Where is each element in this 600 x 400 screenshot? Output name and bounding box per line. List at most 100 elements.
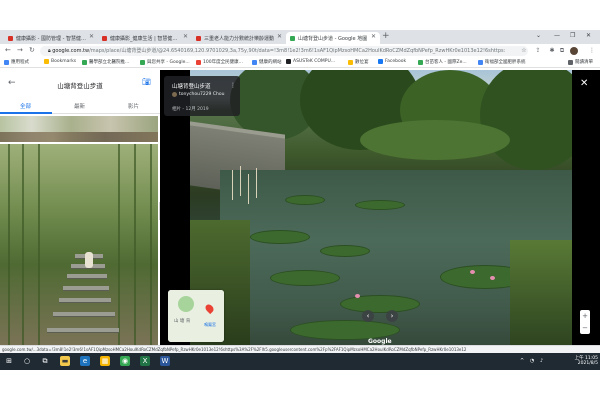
start-windows-icon[interactable]: ⊞ [4, 356, 14, 366]
folder-icon [44, 59, 49, 64]
app-icon[interactable]: ▦ [100, 356, 110, 366]
reading-list-button[interactable]: 閱讀清單 [568, 59, 593, 65]
tree [480, 70, 572, 170]
close-tab-icon[interactable]: ✕ [183, 33, 188, 40]
bookmark-item[interactable]: 應用程式 [4, 59, 29, 65]
tab-title: 三重老人能力分數統計樂齡運動 [204, 35, 275, 42]
taskbar-clock[interactable]: 上午 11:05 2021/8/5 [548, 356, 598, 366]
minimize-window-icon[interactable]: — [554, 32, 560, 39]
bookmark-item[interactable]: 與您共享 - Google... [140, 59, 190, 65]
edge-icon[interactable]: e [80, 356, 90, 366]
place-title: 山塘背登山步道 [57, 82, 103, 90]
forward-arrow-icon[interactable]: → [17, 46, 23, 54]
contributor-avatar [172, 92, 177, 97]
address-bar-row: ← → ↻ 🔒︎ google.com.tw/maps/place/山塘背登山步… [0, 44, 600, 58]
zoom-in-button[interactable]: + [580, 310, 590, 322]
asus-icon [286, 59, 291, 64]
browser-tab[interactable]: 健康攝影 - 國防管理 - 智慧健康社群 ✕ [4, 32, 98, 44]
close-tab-icon[interactable]: ✕ [371, 33, 376, 40]
bookmark-item[interactable]: 台苗客人 - 國際Ze... [418, 59, 467, 65]
dog-on-stairs [85, 252, 93, 268]
bookmark-favicon-icon [196, 59, 201, 65]
zoom-controls: + − [580, 310, 590, 334]
lily-pad [270, 270, 340, 286]
search-icon[interactable]: ○ [22, 356, 32, 366]
photo-thumbnail-strip [0, 132, 158, 142]
close-window-icon[interactable]: ✕ [586, 32, 591, 39]
task-view-icon[interactable]: ⧉ [40, 356, 50, 366]
network-icon[interactable]: ◔ [530, 358, 534, 364]
share-icon[interactable]: ⇪ [534, 47, 542, 55]
tab-all[interactable]: 全部 [20, 102, 31, 110]
bookmark-item[interactable]: ASUSTeK COMPU... [286, 59, 335, 64]
tab-latest[interactable]: 最新 [74, 102, 85, 110]
url-input[interactable]: 🔒︎ google.com.tw/maps/place/山塘背登山步道/@24.… [40, 46, 528, 56]
apps-grid-icon [4, 59, 9, 65]
url-host: google.com.tw [52, 48, 90, 54]
bookmark-item[interactable]: 健康的網站 [252, 59, 282, 65]
next-photo-button[interactable]: › [386, 310, 398, 322]
stair-step [67, 274, 107, 279]
bookmark-item[interactable]: 醫學部立北醫院推... [82, 59, 129, 65]
more-options-icon[interactable]: ⋮ [230, 82, 236, 89]
pond-photo[interactable] [190, 70, 572, 345]
browser-menu-icon[interactable]: ⋮ [588, 47, 596, 55]
minimap-land [168, 290, 224, 342]
new-tab-button[interactable]: + [382, 31, 390, 41]
zoom-out-button[interactable]: − [580, 322, 590, 334]
contributor[interactable]: tonychou7229 Chou [172, 92, 224, 97]
photo-thumbnail-bamboo-trail[interactable] [0, 144, 158, 345]
close-tab-icon[interactable]: ✕ [277, 33, 282, 40]
add-photo-camera-icon[interactable]: 📷︎ [142, 78, 152, 86]
windows-taskbar: ⊞ ○ ⧉ ▬ e ▦ ◉ X W ^ ◔ ♪ 上午 11:05 2021/8/… [0, 353, 600, 370]
chrome-icon[interactable]: ◉ [120, 356, 130, 366]
excel-icon[interactable]: X [140, 356, 150, 366]
bamboo-stalk [8, 144, 10, 345]
maximize-window-icon[interactable]: ❐ [570, 32, 575, 39]
tab-favicon-icon [8, 35, 13, 41]
photo-place-name[interactable]: 山塘背登山步道 [172, 82, 211, 90]
reed-plume [232, 170, 233, 200]
photo-info-card: 山塘背登山步道 ⋮ tonychou7229 Chou 相片 - 12月 201… [164, 76, 240, 116]
bookmark-item[interactable]: 100年度全民健康... [196, 59, 243, 65]
minimap[interactable]: 山 塘 背 鳴鳳宮 [168, 290, 224, 342]
back-arrow-icon[interactable]: ← [5, 46, 11, 54]
reload-icon[interactable]: ↻ [29, 46, 35, 54]
previous-photo-button[interactable]: ‹ [362, 310, 374, 322]
close-viewer-icon[interactable]: ✕ [580, 78, 588, 89]
reading-list-icon [568, 59, 573, 65]
stair-step [59, 298, 111, 303]
tab-search-icon[interactable]: ⌄ [536, 32, 541, 39]
lily-pad [355, 200, 405, 210]
bookmark-favicon-icon [82, 59, 87, 65]
bookmark-item[interactable]: 數位宴 [348, 59, 369, 65]
tab-title: 健康攝影 - 國防管理 - 智慧健康社群 [16, 35, 88, 42]
browser-tab-active[interactable]: 山塘背登山步道 - Google 地圖 ✕ [286, 32, 380, 44]
bookmark-item[interactable]: Facebook [378, 59, 406, 64]
close-tab-icon[interactable]: ✕ [89, 33, 94, 40]
extension-icon[interactable]: ✱ [548, 47, 556, 55]
bookmark-item[interactable]: 衛福部全國肥胖系統 [478, 59, 526, 65]
word-icon[interactable]: W [160, 356, 170, 366]
file-explorer-icon[interactable]: ▬ [60, 356, 70, 366]
bookmark-item[interactable]: Bookmarks [44, 59, 76, 64]
tab-title: 健康攝影_健康生活 | 智慧健康社群 [110, 35, 182, 42]
reed-grass [510, 240, 572, 345]
tab-videos[interactable]: 影片 [128, 102, 139, 110]
tray-chevron-icon[interactable]: ^ [520, 358, 524, 364]
stair-step [53, 312, 115, 317]
browser-tab[interactable]: 三重老人能力分數統計樂齡運動 ✕ [192, 32, 286, 44]
volume-icon[interactable]: ♪ [540, 358, 543, 364]
minimap-poi-label: 鳴鳳宮 [204, 322, 216, 327]
profile-avatar[interactable] [570, 47, 578, 55]
bamboo-stalk [150, 144, 152, 345]
extensions-puzzle-icon[interactable]: ⧉ [558, 47, 566, 55]
browser-tab[interactable]: 健康攝影_健康生活 | 智慧健康社群 ✕ [98, 32, 192, 44]
stair-step [63, 286, 109, 291]
tab-favicon-icon [196, 35, 201, 41]
bookmark-star-icon[interactable]: ☆ [520, 47, 528, 55]
panel-header: ← 山塘背登山步道 📷︎ [0, 70, 160, 98]
bamboo-stalk [22, 144, 24, 345]
bookmark-favicon-icon [348, 59, 353, 65]
maps-pin-favicon-icon [290, 35, 295, 41]
